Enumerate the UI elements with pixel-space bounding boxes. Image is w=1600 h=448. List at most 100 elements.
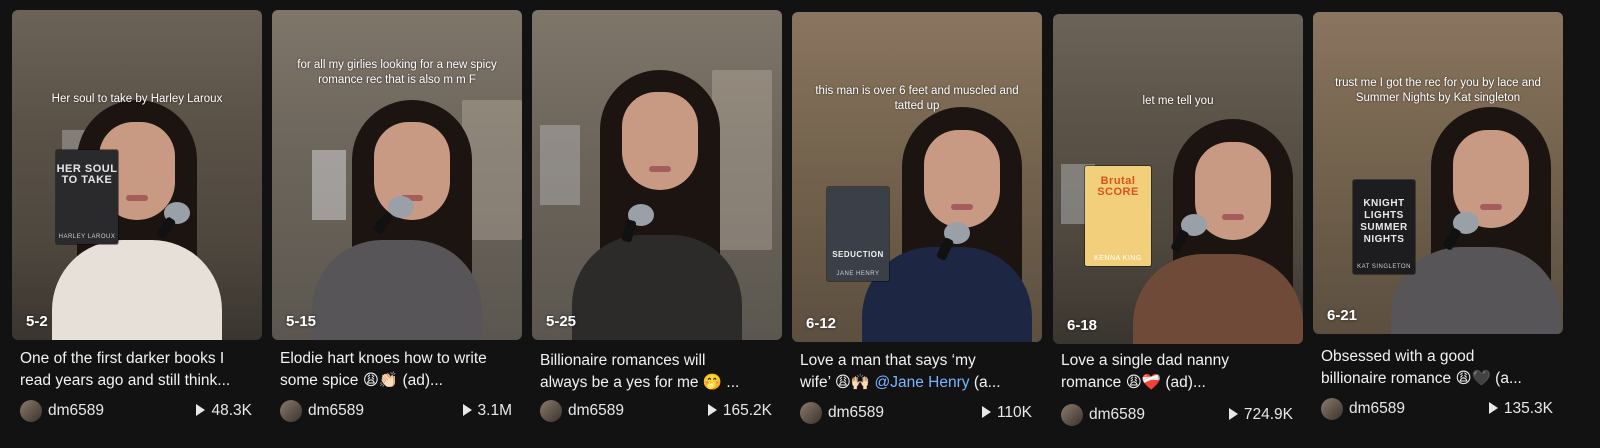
caption-text: wife’ 😩🙌🏻: [800, 374, 875, 391]
play-icon: [707, 404, 717, 416]
video-overlay-text: Her soul to take by Harley Laroux: [51, 93, 223, 105]
avatar[interactable]: [800, 402, 822, 424]
video-caption[interactable]: Love a man that says ‘my wife’ 😩🙌🏻 @Jane…: [800, 350, 1042, 394]
video-thumbnail[interactable]: KNIGHT LIGHTS SUMMER NIGHTS KAT SINGLETO…: [1313, 12, 1563, 334]
view-count: 165.2K: [707, 402, 772, 420]
avatar[interactable]: [1321, 398, 1343, 420]
avatar[interactable]: [280, 400, 302, 422]
caption-line: some spice 😩👏🏻 (ad)...: [280, 372, 443, 389]
username[interactable]: dm6589: [48, 402, 104, 420]
book-author: HARLEY LAROUX: [58, 234, 116, 240]
person-lips: [126, 195, 148, 201]
video-caption[interactable]: One of the first darker books I read yea…: [20, 348, 262, 392]
background-door: [712, 70, 772, 250]
caption-line: Love a man that says ‘my: [800, 352, 976, 369]
book-cover: Brutal SCORE KENNA KING: [1085, 166, 1151, 266]
video-meta: dm6589 724.9K: [1061, 402, 1293, 428]
background-shelf: [312, 150, 346, 220]
video-meta: dm6589 48.3K: [20, 398, 252, 424]
person-lips: [649, 166, 671, 172]
play-icon: [462, 404, 472, 416]
book-cover: SEDUCTION JANE HENRY: [827, 187, 889, 281]
video-date: 6-12: [806, 315, 837, 332]
caption-line: Billionaire romances will: [540, 352, 706, 369]
video-thumbnail[interactable]: HER SOUL TO TAKE HARLEY LAROUX Her soul …: [12, 10, 262, 340]
person-lips: [1222, 214, 1244, 220]
avatar[interactable]: [540, 400, 562, 422]
video-meta: dm6589 110K: [800, 400, 1032, 426]
view-count-value: 3.1M: [477, 402, 512, 419]
video-meta: dm6589 135.3K: [1321, 396, 1553, 422]
video-thumbnail[interactable]: 5-25: [532, 10, 782, 340]
video-overlay-text: this man is over 6 feet and muscled and …: [815, 85, 1019, 112]
view-count: 724.9K: [1228, 406, 1293, 424]
username[interactable]: dm6589: [568, 402, 624, 420]
play-icon: [1228, 408, 1238, 420]
video-overlay-text: let me tell you: [1142, 95, 1214, 107]
play-icon: [981, 406, 991, 418]
play-icon: [1488, 402, 1498, 414]
video-thumbnail[interactable]: Brutal SCORE KENNA KING let me tell you …: [1053, 14, 1303, 344]
book-cover: KNIGHT LIGHTS SUMMER NIGHTS KAT SINGLETO…: [1353, 180, 1415, 274]
username[interactable]: dm6589: [1089, 406, 1145, 424]
caption-line: read years ago and still think...: [20, 372, 231, 389]
book-author: JANE HENRY: [836, 271, 880, 277]
video-date: 5-2: [26, 313, 48, 330]
book-title: HER SOUL TO TAKE: [56, 163, 118, 186]
caption-line: Obsessed with a good: [1321, 348, 1475, 365]
video-thumbnail[interactable]: for all my girlies looking for a new spi…: [272, 10, 522, 340]
caption-line: romance 😩❤️‍🩹 (ad)...: [1061, 374, 1206, 391]
video-caption[interactable]: Billionaire romances will always be a ye…: [540, 350, 782, 394]
caption-text: (a...: [969, 374, 1001, 391]
person-face: [622, 92, 698, 190]
avatar[interactable]: [20, 400, 42, 422]
view-count: 110K: [981, 404, 1032, 422]
view-count-value: 48.3K: [211, 402, 252, 419]
video-caption[interactable]: Elodie hart knoes how to write some spic…: [280, 348, 522, 392]
person-torso: [572, 235, 742, 340]
caption-line: Love a single dad nanny: [1061, 352, 1230, 369]
book-author: KENNA KING: [1094, 255, 1142, 262]
view-count-value: 165.2K: [722, 402, 772, 419]
mention-link[interactable]: @Jane Henry: [875, 374, 970, 391]
view-count-value: 135.3K: [1503, 400, 1553, 417]
video-overlay-text: for all my girlies looking for a new spi…: [297, 59, 497, 86]
caption-line: always be a yes for me 🤭 ...: [540, 374, 740, 391]
microphone-icon: [388, 196, 414, 218]
view-count-value: 110K: [996, 404, 1032, 421]
video-date: 5-15: [286, 313, 317, 330]
video-caption[interactable]: Obsessed with a good billionaire romance…: [1321, 346, 1563, 390]
caption-line: billionaire romance 😩🖤 (a...: [1321, 370, 1522, 387]
video-thumbnail[interactable]: SEDUCTION JANE HENRY this man is over 6 …: [792, 12, 1042, 342]
background-shelf: [540, 125, 580, 205]
book-cover: HER SOUL TO TAKE HARLEY LAROUX: [56, 150, 118, 244]
video-date: 6-18: [1067, 317, 1098, 334]
video-caption[interactable]: Love a single dad nanny romance 😩❤️‍🩹 (a…: [1061, 350, 1303, 394]
view-count-value: 724.9K: [1243, 406, 1293, 423]
book-title: SEDUCTION: [832, 250, 884, 259]
caption-line: Elodie hart knoes how to write: [280, 350, 487, 367]
view-count: 3.1M: [462, 402, 512, 420]
video-date: 5-25: [546, 313, 577, 330]
view-count: 135.3K: [1488, 400, 1553, 418]
book-title: Brutal SCORE: [1097, 175, 1139, 198]
caption-line: wife’ 😩🙌🏻 @Jane Henry (a...: [800, 372, 1042, 394]
book-title: KNIGHT LIGHTS SUMMER NIGHTS: [1360, 198, 1408, 245]
username[interactable]: dm6589: [308, 402, 364, 420]
video-meta: dm6589 165.2K: [540, 398, 772, 424]
avatar[interactable]: [1061, 404, 1083, 426]
person-lips: [1480, 204, 1502, 210]
person-torso: [312, 240, 482, 340]
caption-line: One of the first darker books I: [20, 350, 225, 367]
video-overlay-text: trust me I got the rec for you by lace a…: [1335, 77, 1541, 104]
person-torso: [52, 240, 222, 340]
video-date: 6-21: [1327, 307, 1358, 324]
play-icon: [196, 404, 206, 416]
username[interactable]: dm6589: [828, 404, 884, 422]
book-author: KAT SINGLETON: [1357, 264, 1411, 270]
person-face: [924, 130, 1000, 228]
view-count: 48.3K: [196, 402, 252, 420]
video-meta: dm6589 3.1M: [280, 398, 512, 424]
username[interactable]: dm6589: [1349, 400, 1405, 418]
person-lips: [951, 204, 973, 210]
